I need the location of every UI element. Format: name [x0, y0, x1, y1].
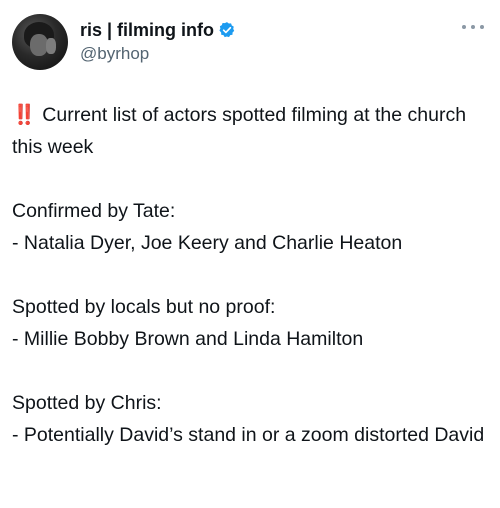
display-name[interactable]: ris | filming info: [80, 18, 214, 42]
more-options-icon[interactable]: [462, 22, 484, 32]
confirmed-list: - Natalia Dyer, Joe Keery and Charlie He…: [12, 232, 403, 254]
name-row: ris | filming info: [80, 18, 236, 42]
more-dot: [471, 25, 475, 29]
tweet: ris | filming info @byrhop ‼️ Current lis…: [0, 0, 500, 508]
confirmed-heading: Confirmed by Tate:: [12, 200, 176, 222]
locals-list: - Millie Bobby Brown and Linda Hamilton: [12, 328, 364, 350]
avatar-hand: [46, 38, 56, 54]
tweet-header: ris | filming info @byrhop: [80, 18, 236, 65]
avatar[interactable]: [12, 14, 68, 70]
tweet-text: ‼️ Current list of actors spotted filming…: [12, 99, 492, 451]
more-dot: [480, 25, 484, 29]
paragraph-intro: ‼️ Current list of actors spotted filming…: [12, 99, 492, 163]
intro-text: Current list of actors spotted filming a…: [12, 104, 467, 158]
more-dot: [462, 25, 466, 29]
chris-heading: Spotted by Chris:: [12, 392, 162, 414]
double-exclamation-emoji: ‼️: [12, 104, 36, 126]
chris-list: - Potentially David’s stand in or a zoom…: [12, 424, 485, 446]
verified-badge-icon: [219, 22, 235, 38]
locals-heading: Spotted by locals but no proof:: [12, 296, 276, 318]
user-handle[interactable]: @byrhop: [80, 43, 236, 65]
